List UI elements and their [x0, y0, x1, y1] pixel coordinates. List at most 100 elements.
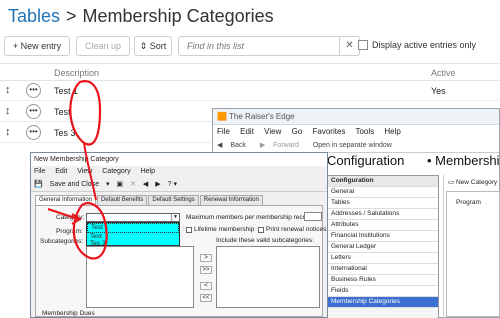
config-nav-header: Configuration	[328, 176, 438, 187]
back-icon: ◀	[217, 142, 225, 149]
category-option[interactable]: Test	[87, 233, 179, 241]
print-renewal-label: Print renewal notices	[266, 226, 327, 233]
ie-menu-view[interactable]: View	[264, 127, 281, 136]
category-option[interactable]: Test 1	[87, 223, 179, 233]
category-dropdown-list[interactable]: Test 1 Test Tes 3	[86, 222, 180, 247]
config-nav-tables[interactable]: Tables	[328, 198, 438, 209]
config-nav-business-rules[interactable]: Business Rules	[328, 275, 438, 286]
ie-menu-help[interactable]: Help	[384, 127, 400, 136]
disk-icon[interactable]: ▣	[117, 181, 124, 188]
next-icon[interactable]: ▶	[155, 181, 160, 188]
max-members-input[interactable]	[304, 212, 322, 221]
max-members-label: Maximum members per membership record:	[186, 214, 314, 221]
open-separate-window-button[interactable]: Open in separate window	[313, 142, 392, 149]
row-description: Tes 3	[54, 128, 76, 138]
row-menu-icon[interactable]: •••	[26, 83, 41, 98]
ie-menu-favorites[interactable]: Favorites	[313, 127, 346, 136]
dialog-menu-file[interactable]: File	[34, 168, 45, 175]
row-menu-icon[interactable]: •••	[26, 104, 41, 119]
clean-up-button[interactable]: Clean up	[76, 36, 130, 56]
config-nav-international[interactable]: International	[328, 264, 438, 275]
tab-default-settings[interactable]: Default Settings	[148, 195, 199, 205]
dialog-menu-category[interactable]: Category	[102, 168, 130, 175]
print-renewal-checkbox[interactable]	[258, 227, 264, 233]
membership-dues-label: Membership Dues	[42, 310, 95, 317]
save-close-button[interactable]: 💾 Save and Close ▾	[34, 181, 110, 188]
tab-renewal-information[interactable]: Renewal Information	[199, 195, 263, 205]
ie-menu-file[interactable]: File	[217, 127, 230, 136]
config-nav-addresses[interactable]: Addresses / Salutations	[328, 209, 438, 220]
new-category-icon: ▭	[448, 179, 456, 186]
config-nav-letters[interactable]: Letters	[328, 253, 438, 264]
chevron-down-icon[interactable]: ▼	[171, 214, 179, 221]
dialog-menu-edit[interactable]: Edit	[55, 168, 67, 175]
table-header: Description Active	[0, 63, 500, 81]
column-description[interactable]: Description	[54, 68, 99, 78]
search-placeholder: Find in this list	[187, 41, 245, 51]
active-only-checkbox[interactable]	[358, 40, 368, 50]
config-title: Configuration	[327, 153, 405, 168]
config-nav-membership-categories[interactable]: Membership Categories	[328, 297, 438, 308]
clear-search-icon[interactable]: ✕	[339, 37, 359, 55]
row-active: Yes	[431, 86, 446, 96]
lifetime-checkbox[interactable]	[186, 227, 192, 233]
tab-default-benefits[interactable]: Default Benefits	[97, 195, 148, 205]
dialog-menu-help[interactable]: Help	[141, 168, 155, 175]
category-grid	[446, 191, 500, 317]
list-toolbar: + New entry Clean up ⇕ Sort Find in this…	[4, 36, 500, 58]
subcategories-label: Subcategories:	[40, 238, 84, 245]
previous-icon[interactable]: ◀	[143, 181, 148, 188]
valid-subcategories-list[interactable]	[216, 246, 320, 308]
config-nav-attributes[interactable]: Attributes	[328, 220, 438, 231]
sort-button[interactable]: ⇕ Sort	[134, 36, 172, 56]
subcategories-list[interactable]	[86, 246, 194, 308]
breadcrumb-tables-link[interactable]: Tables	[8, 6, 60, 26]
dialog-title: New Membership Category	[31, 153, 327, 166]
column-active[interactable]: Active	[431, 68, 456, 78]
breadcrumb-separator: >	[66, 6, 77, 26]
help-icon[interactable]: ? ▾	[168, 181, 177, 188]
add-all-subcategories-button[interactable]: >>	[200, 266, 212, 274]
delete-icon[interactable]: ✕	[130, 181, 136, 188]
config-nav-general-ledger[interactable]: General Ledger	[328, 242, 438, 253]
config-pane: ▭ New Category Program	[443, 175, 500, 318]
ie-nav-bar: ◀ Back ▶ Forward Open in separate window	[213, 139, 499, 153]
category-label: Category:	[56, 214, 85, 221]
new-entry-button[interactable]: + New entry	[4, 36, 70, 56]
back-button[interactable]: ◀ Back	[217, 142, 252, 149]
row-menu-icon[interactable]: •••	[26, 125, 41, 140]
forward-icon: ▶	[259, 142, 268, 149]
config-nav-general[interactable]: General	[328, 187, 438, 198]
new-membership-category-dialog: New Membership Category File Edit View C…	[30, 152, 328, 318]
drag-handle-icon[interactable]: ↕	[5, 84, 11, 96]
row-description: Test	[54, 107, 71, 117]
save-icon: 💾	[34, 181, 45, 188]
ie-menu-go[interactable]: Go	[292, 127, 303, 136]
ie-title: The Raiser's Edge	[229, 112, 295, 121]
dialog-toolbar: 💾 Save and Close ▾ ▣ ✕ ◀ ▶ ? ▾	[31, 178, 327, 192]
drag-handle-icon[interactable]: ↕	[5, 126, 11, 138]
search-input[interactable]: Find in this list ✕	[178, 36, 360, 56]
dialog-menu-view[interactable]: View	[77, 168, 92, 175]
table-row[interactable]: ↕ ••• Test 1 Yes	[0, 81, 500, 101]
save-close-label: Save and Close	[49, 181, 100, 188]
config-nav-fields[interactable]: Fields	[328, 286, 438, 297]
lifetime-label: Lifetime membership	[194, 226, 255, 233]
config-nav: Configuration General Tables Addresses /…	[327, 175, 439, 318]
active-only-label: Display active entries only	[372, 40, 477, 50]
drag-handle-icon[interactable]: ↕	[5, 105, 11, 117]
remove-subcategory-button[interactable]: <	[200, 282, 212, 290]
program-label: Program:	[56, 228, 83, 235]
ie-menu-tools[interactable]: Tools	[355, 127, 374, 136]
config-nav-financial[interactable]: Financial Institutions	[328, 231, 438, 242]
tab-general-information[interactable]: General Information	[35, 195, 97, 205]
remove-all-subcategories-button[interactable]: <<	[200, 294, 212, 302]
add-subcategory-button[interactable]: >	[200, 254, 212, 262]
ie-menu-bar: File Edit View Go Favorites Tools Help	[213, 125, 499, 139]
new-category-button[interactable]: ▭ New Category	[448, 178, 497, 186]
back-label: Back	[230, 142, 246, 149]
breadcrumb: Tables > Membership Categories	[8, 6, 274, 27]
forward-button[interactable]: ▶ Forward	[260, 142, 305, 149]
ie-menu-edit[interactable]: Edit	[240, 127, 254, 136]
category-select[interactable]: ▼	[86, 213, 180, 222]
